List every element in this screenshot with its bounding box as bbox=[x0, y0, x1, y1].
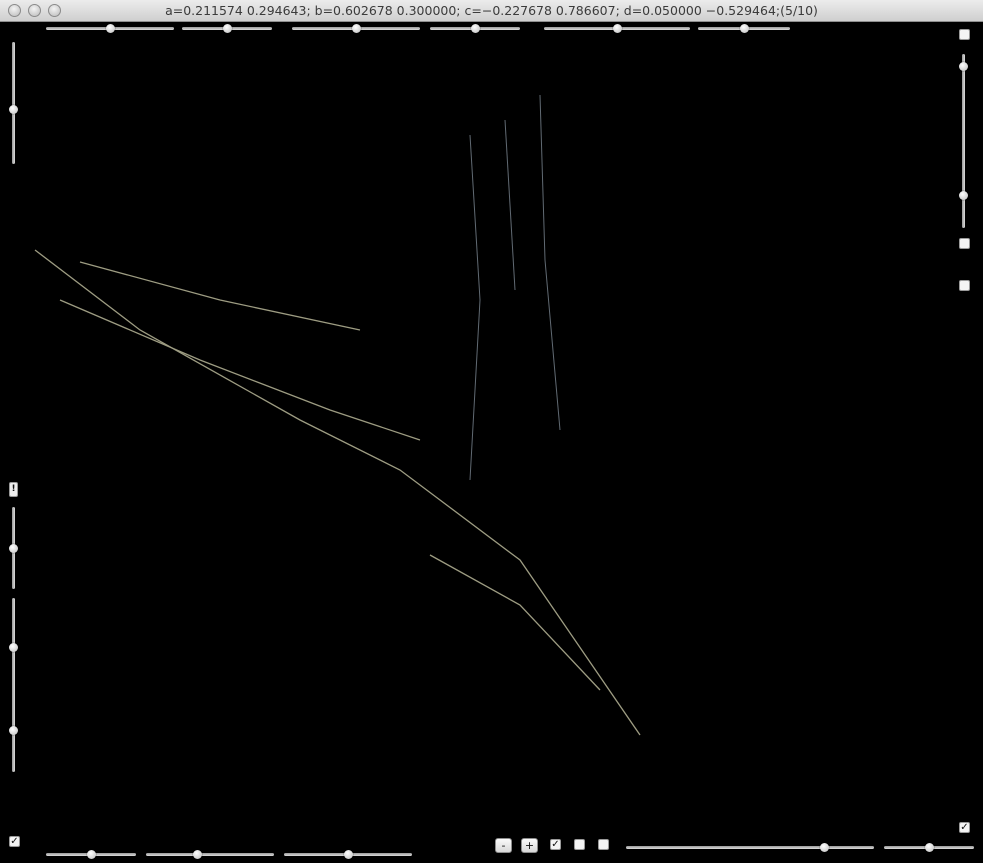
minus-button[interactable]: - bbox=[495, 838, 512, 853]
fractal-canvas[interactable]: ! ✓ ✓ - + ✓ bbox=[0, 22, 983, 859]
top-slider-2-knob[interactable] bbox=[222, 24, 232, 33]
right-checkbox-4[interactable]: ✓ bbox=[959, 822, 970, 833]
right-slider-2[interactable] bbox=[959, 162, 968, 228]
right-slider-1-knob[interactable] bbox=[959, 61, 968, 71]
left-slider-4[interactable] bbox=[9, 688, 18, 772]
left-slider-1-knob[interactable] bbox=[9, 104, 18, 114]
left-slider-3[interactable] bbox=[9, 598, 18, 696]
bottom-slider-4-knob[interactable] bbox=[819, 843, 829, 852]
bottom-checkbox-2[interactable] bbox=[574, 839, 585, 850]
top-slider-2[interactable] bbox=[182, 24, 272, 33]
top-slider-4-knob[interactable] bbox=[470, 24, 480, 33]
top-slider-5-knob[interactable] bbox=[612, 24, 622, 33]
bottom-slider-5-knob[interactable] bbox=[924, 843, 934, 852]
top-slider-3[interactable] bbox=[292, 24, 420, 33]
right-slider-2-knob[interactable] bbox=[959, 190, 968, 200]
bottom-slider-2[interactable] bbox=[146, 850, 274, 859]
left-slider-2-knob[interactable] bbox=[9, 543, 18, 553]
right-slider-1[interactable] bbox=[959, 54, 968, 178]
bottom-slider-1[interactable] bbox=[46, 850, 136, 859]
top-slider-4[interactable] bbox=[430, 24, 520, 33]
right-checkbox-3[interactable] bbox=[959, 280, 970, 291]
left-slider-1[interactable] bbox=[9, 42, 18, 164]
top-slider-1[interactable] bbox=[46, 24, 174, 33]
right-checkbox-1[interactable] bbox=[959, 29, 970, 40]
left-slider-2[interactable] bbox=[9, 507, 18, 589]
bottom-checkbox-1[interactable]: ✓ bbox=[550, 839, 561, 850]
left-checkbox-bottom[interactable]: ✓ bbox=[9, 836, 20, 847]
title-bar: a=0.211574 0.294643; b=0.602678 0.300000… bbox=[0, 0, 983, 22]
alert-button[interactable]: ! bbox=[9, 482, 18, 497]
window-title: a=0.211574 0.294643; b=0.602678 0.300000… bbox=[165, 3, 818, 18]
top-slider-5[interactable] bbox=[544, 24, 690, 33]
bottom-checkbox-3[interactable] bbox=[598, 839, 609, 850]
bottom-slider-2-knob[interactable] bbox=[192, 850, 202, 859]
left-slider-4-knob[interactable] bbox=[9, 725, 18, 735]
bottom-slider-5[interactable] bbox=[884, 843, 974, 852]
fractal-render bbox=[34, 93, 907, 805]
right-checkbox-2[interactable] bbox=[959, 238, 970, 249]
bottom-slider-1-knob[interactable] bbox=[86, 850, 96, 859]
plus-button[interactable]: + bbox=[521, 838, 538, 853]
top-slider-6-knob[interactable] bbox=[739, 24, 749, 33]
top-slider-3-knob[interactable] bbox=[351, 24, 361, 33]
bottom-slider-3-knob[interactable] bbox=[343, 850, 353, 859]
bottom-slider-4[interactable] bbox=[626, 843, 874, 852]
top-slider-6[interactable] bbox=[698, 24, 790, 33]
bottom-slider-3[interactable] bbox=[284, 850, 412, 859]
top-slider-1-knob[interactable] bbox=[105, 24, 115, 33]
left-slider-3-knob[interactable] bbox=[9, 642, 18, 652]
